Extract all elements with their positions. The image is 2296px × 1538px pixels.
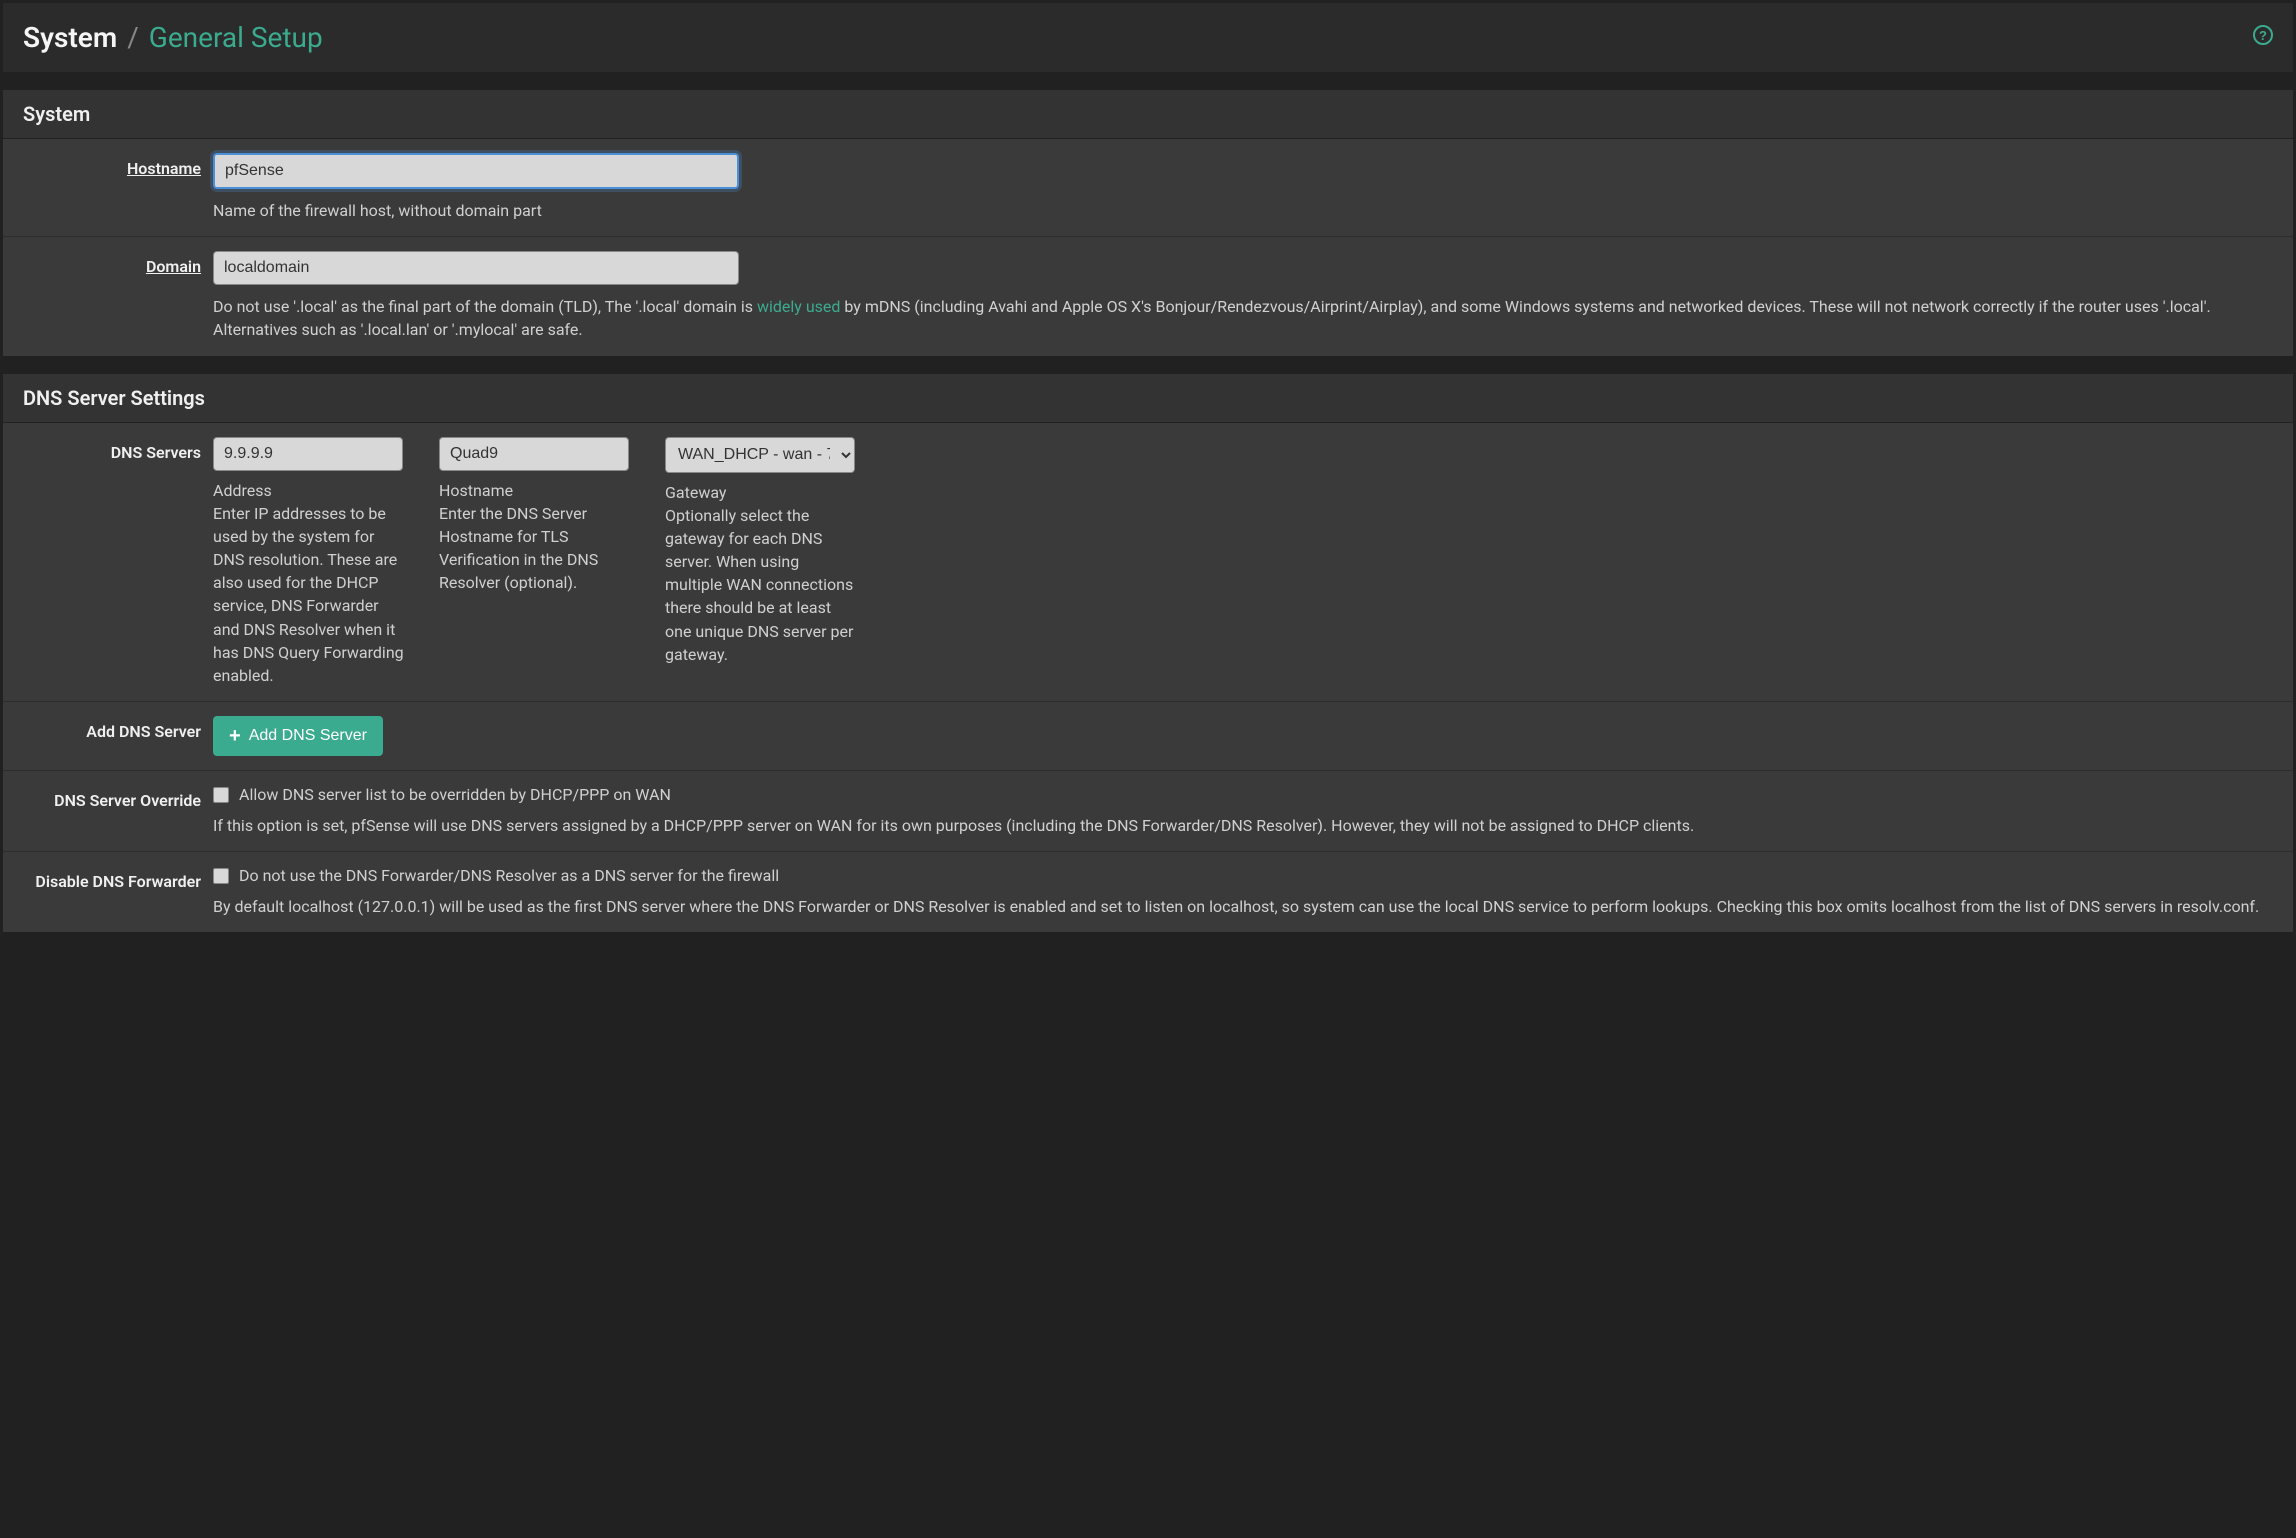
dns-address-sublabel: Address [213,481,405,500]
breadcrumb: System / General Setup ? [3,3,2293,72]
disable-dns-forwarder-checkbox[interactable] [213,868,229,884]
breadcrumb-root[interactable]: System [23,21,117,54]
hostname-label: Hostname [3,153,213,178]
disable-dns-forwarder-checkbox-label: Do not use the DNS Forwarder/DNS Resolve… [239,866,779,885]
add-dns-server-button[interactable]: + Add DNS Server [213,716,383,756]
svg-text:?: ? [2259,28,2267,43]
hostname-row: Hostname Name of the firewall host, with… [3,139,2293,237]
system-panel: System Hostname Name of the firewall hos… [3,90,2293,356]
dns-override-label: DNS Server Override [3,785,213,810]
system-panel-header: System [3,90,2293,139]
domain-input[interactable] [213,251,739,285]
dns-panel-header: DNS Server Settings [3,374,2293,423]
dns-hostname-sublabel: Hostname [439,481,631,500]
dns-gateway-sublabel: Gateway [665,483,857,502]
dns-address-help: Enter IP addresses to be used by the sys… [213,502,405,688]
dns-servers-label: DNS Servers [3,437,213,462]
dns-override-help: If this option is set, pfSense will use … [213,814,2269,837]
domain-help: Do not use '.local' as the final part of… [213,295,2269,341]
add-dns-server-button-label: Add DNS Server [249,727,367,745]
dns-hostname-help: Enter the DNS Server Hostname for TLS Ve… [439,502,631,595]
dns-override-row: DNS Server Override Allow DNS server lis… [3,771,2293,852]
dns-override-checkbox-label: Allow DNS server list to be overridden b… [239,785,671,804]
add-dns-server-label: Add DNS Server [3,716,213,741]
disable-dns-forwarder-row: Disable DNS Forwarder Do not use the DNS… [3,852,2293,932]
dns-gateway-select[interactable]: WAN_DHCP - wan - 7 [665,437,855,473]
dns-hostname-input[interactable] [439,437,629,471]
widely-used-link[interactable]: widely used [757,297,840,316]
hostname-help: Name of the firewall host, without domai… [213,199,2269,222]
dns-override-checkbox[interactable] [213,787,229,803]
breadcrumb-separator: / [127,21,139,54]
dns-panel: DNS Server Settings DNS Servers Address … [3,374,2293,933]
dns-gateway-help: Optionally select the gateway for each D… [665,504,857,666]
domain-row: Domain Do not use '.local' as the final … [3,237,2293,355]
disable-dns-forwarder-label: Disable DNS Forwarder [3,866,213,891]
help-icon[interactable]: ? [2253,26,2273,51]
breadcrumb-current: General Setup [149,21,323,54]
dns-servers-row: DNS Servers Address Enter IP addresses t… [3,423,2293,703]
hostname-input[interactable] [213,153,739,189]
plus-icon: + [229,726,241,746]
domain-label: Domain [3,251,213,276]
disable-dns-forwarder-help: By default localhost (127.0.0.1) will be… [213,895,2269,918]
dns-address-input[interactable] [213,437,403,471]
add-dns-server-row: Add DNS Server + Add DNS Server [3,702,2293,771]
